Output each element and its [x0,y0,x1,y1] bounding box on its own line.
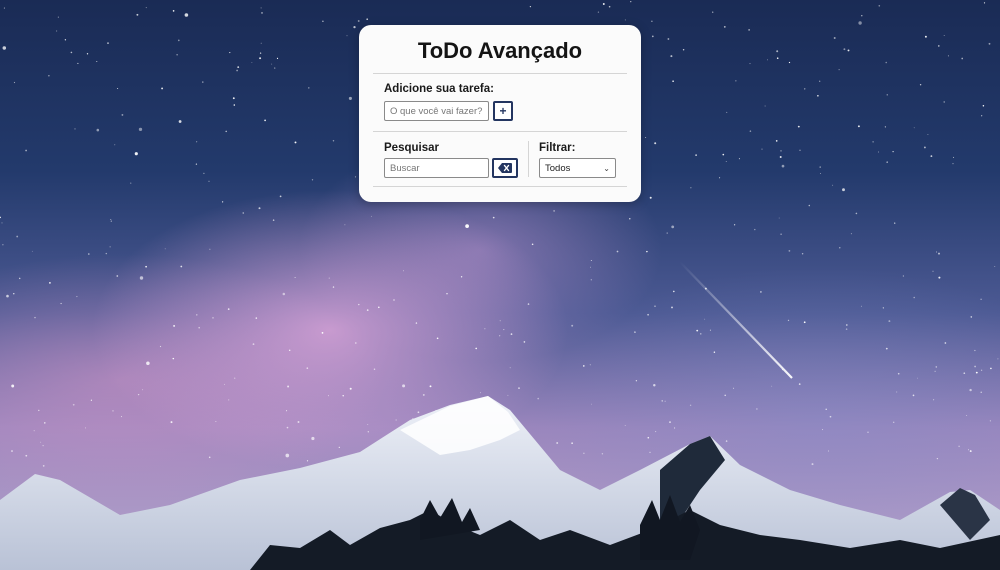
filter-selected-value: Todos [545,162,571,174]
add-task-input[interactable] [384,101,489,121]
backspace-clear-icon [498,163,512,173]
add-task-label: Adicione sua tarefa: [384,83,494,95]
search-label: Pesquisar [384,142,439,154]
add-task-button[interactable]: + [493,101,513,121]
shooting-star [679,261,793,379]
plus-icon: + [499,103,507,118]
divider-middle [373,131,627,132]
search-input[interactable] [384,158,489,178]
clear-search-button[interactable] [492,158,518,178]
chevron-down-icon: ⌄ [603,163,610,173]
divider-bottom [373,186,627,187]
filter-select[interactable]: Todos ⌄ [539,158,616,178]
vertical-divider [528,141,529,177]
app-title: ToDo Avançado [417,38,583,63]
filter-label: Filtrar: [539,142,576,154]
divider-top [373,73,627,74]
todo-card: ToDo Avançado Adicione sua tarefa: + Pes… [359,25,641,202]
